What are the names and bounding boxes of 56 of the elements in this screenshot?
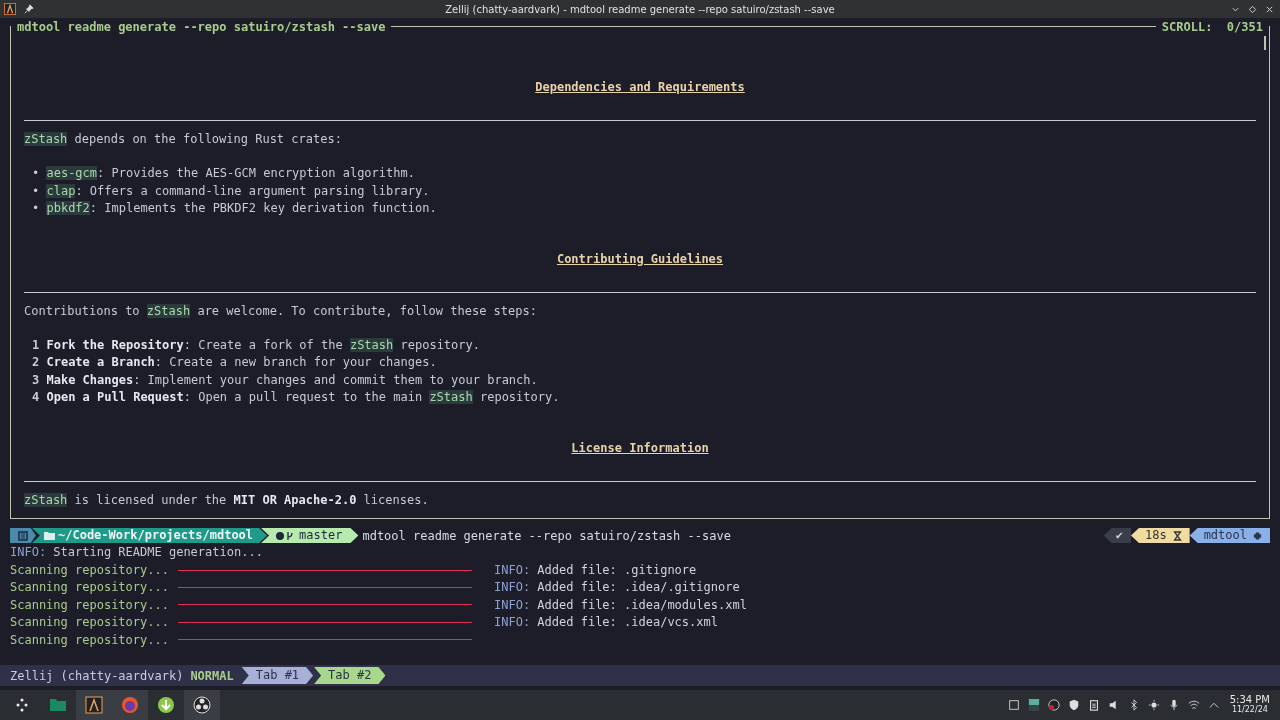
- recorder-tray-icon[interactable]: [1047, 699, 1060, 711]
- tab[interactable]: Tab #1: [241, 667, 314, 684]
- section-heading: Contributing Guidelines: [556, 251, 724, 268]
- pane-title: mdtool readme generate --repo satuiro/zstash --save: [16, 19, 387, 34]
- terminal-icon[interactable]: [76, 690, 112, 720]
- log-line: INFO: Added file: .gitignore: [494, 563, 697, 578]
- log-line: Scanning repository...: [10, 563, 170, 578]
- duration-text: 18s: [1144, 528, 1167, 543]
- bullet-item: • pbkdf2: Implements the PBKDF2 key derivation function.: [31, 200, 437, 218]
- clipboard-icon[interactable]: [1087, 699, 1100, 711]
- log-line: Scanning repository...: [10, 597, 170, 612]
- numbered-item: 2 Create a Branch: Create a new branch for your changes.: [31, 354, 437, 372]
- brightness-icon[interactable]: [1147, 699, 1160, 711]
- numbered-item: 1 Fork the Repository: Create a fork of the zStash repository.: [31, 336, 480, 354]
- bullet-item: • aes-gcm: Provides the AES-GCM encryption algorithm.: [31, 165, 415, 183]
- project-name: mdtool: [1203, 528, 1247, 543]
- microphone-icon[interactable]: [1167, 699, 1180, 711]
- desktop-icon[interactable]: [1007, 699, 1020, 711]
- session-name: Zellij (chatty-aardvark): [10, 668, 184, 683]
- pin-icon[interactable]: [24, 4, 34, 14]
- command-text: mdtool readme generate --repo satuiro/zstash --save: [362, 528, 731, 543]
- numbered-item: 4 Open a Pull Request: Open a pull request to the main zStash repository.: [31, 389, 560, 407]
- wifi-icon[interactable]: [1187, 699, 1200, 711]
- app-icon[interactable]: [4, 3, 16, 15]
- tab[interactable]: Tab #2: [314, 667, 386, 684]
- scroll-indicator: SCROLL: 0/351: [1160, 19, 1264, 34]
- paragraph: zStash is licensed under the MIT OR Apache-2.0 licenses.: [24, 491, 429, 509]
- clock[interactable]: 5:34 PM 11/22/24: [1229, 695, 1270, 715]
- log-line: INFO: Starting README generation...: [10, 544, 263, 561]
- hourglass-icon: [1172, 530, 1182, 541]
- log-line: INFO: Added file: .idea/vcs.xml: [494, 615, 718, 630]
- branch-icon: [275, 530, 296, 541]
- section-heading: Dependencies and Requirements: [535, 80, 745, 96]
- terminal-logo-icon: [10, 528, 36, 543]
- mode-indicator: NORMAL: [190, 668, 234, 683]
- success-icon: ✔: [1103, 528, 1131, 543]
- shield-icon[interactable]: [1067, 699, 1080, 711]
- maximize-icon[interactable]: [1248, 4, 1257, 14]
- recorder-icon[interactable]: [184, 690, 220, 720]
- numbered-item: 3 Make Changes: Implement your changes and commit them to your branch.: [31, 371, 538, 389]
- path-text: ~/Code-Work/projects/mdtool: [58, 528, 254, 543]
- log-line: Scanning repository...: [10, 615, 170, 630]
- folder-icon: [44, 530, 56, 541]
- log-line: INFO: Added file: .idea/modules.xml: [494, 597, 747, 612]
- log-line: Scanning repository...: [10, 632, 170, 647]
- branch-name: master: [299, 528, 343, 543]
- log-line: Scanning repository...: [10, 580, 170, 595]
- paragraph: Contributions to zStash are welcome. To contribute, follow these steps:: [24, 302, 537, 320]
- paragraph: zStash depends on the following Rust crates:: [24, 131, 342, 148]
- section-heading: License Information: [571, 440, 709, 457]
- close-icon[interactable]: [1265, 4, 1274, 14]
- puzzle-icon: [1253, 530, 1262, 541]
- log-line: INFO: Added file: .idea/.gitignore: [494, 580, 740, 595]
- pager-icon[interactable]: [1027, 699, 1040, 711]
- bullet-item: • clap: Offers a command-line argument parsing library.: [31, 182, 430, 200]
- window-title: Zellij (chatty-aardvark) - mdtool readme generate --repo satuiro/zstash --save: [445, 3, 835, 15]
